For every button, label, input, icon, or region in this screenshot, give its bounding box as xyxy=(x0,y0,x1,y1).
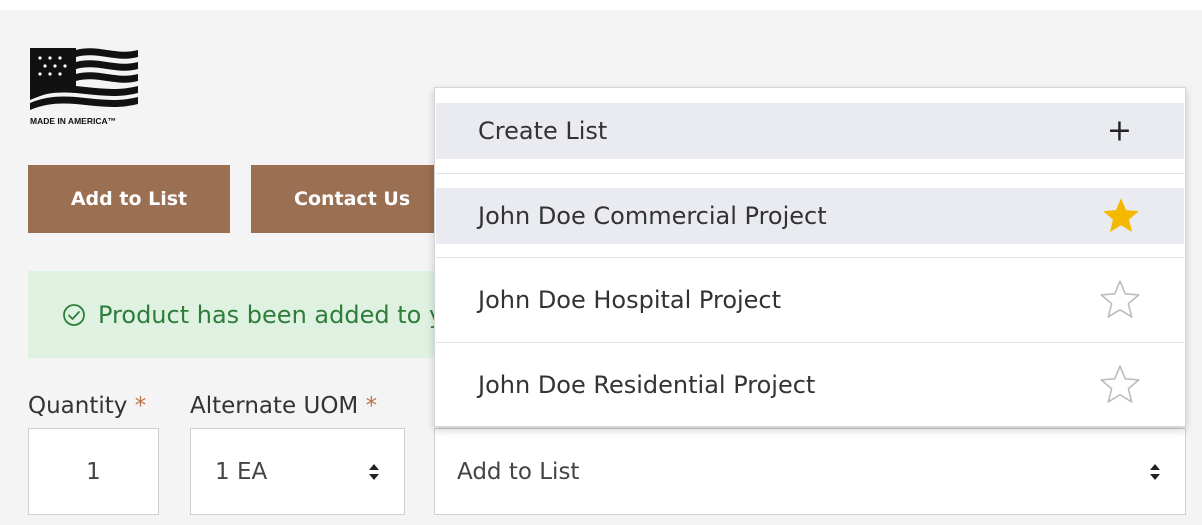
top-band xyxy=(0,0,1202,10)
uom-selected-value: 1 EA xyxy=(215,458,268,485)
flag-icon xyxy=(30,48,138,110)
quantity-input[interactable] xyxy=(28,428,159,515)
select-arrows-icon xyxy=(369,463,379,480)
list-option-label: John Doe Residential Project xyxy=(478,371,816,399)
quantity-label: Quantity * xyxy=(28,393,146,419)
check-circle-icon xyxy=(62,303,86,327)
success-alert: Product has been added to your list. xyxy=(28,271,468,358)
list-selected-value: Add to List xyxy=(457,458,580,485)
contact-us-button[interactable]: Contact Us xyxy=(251,165,451,233)
made-in-america-logo: MADE IN AMERICA™ xyxy=(28,48,158,132)
list-option-label: John Doe Commercial Project xyxy=(478,202,827,230)
list-option-hospital[interactable]: John Doe Hospital Project xyxy=(436,258,1184,342)
uom-label-text: Alternate UOM xyxy=(190,393,359,419)
quantity-required-mark: * xyxy=(134,393,147,419)
list-dropdown-menu: Create List + John Doe Commercial Projec… xyxy=(434,87,1186,427)
product-page: MADE IN AMERICA™ Add to List Contact Us … xyxy=(0,0,1202,525)
plus-icon: + xyxy=(1106,113,1132,149)
list-select[interactable]: Add to List xyxy=(434,428,1186,515)
add-to-list-button[interactable]: Add to List xyxy=(28,165,230,233)
uom-required-mark: * xyxy=(365,393,378,419)
star-outline-icon[interactable] xyxy=(1098,279,1142,321)
alert-message: Product has been added to your list. xyxy=(98,300,468,329)
list-option-residential[interactable]: John Doe Residential Project xyxy=(436,343,1184,427)
create-list-label: Create List xyxy=(478,117,608,145)
list-option-label: John Doe Hospital Project xyxy=(478,286,782,314)
uom-select[interactable]: 1 EA xyxy=(190,428,405,515)
logo-text: MADE IN AMERICA™ xyxy=(30,116,117,126)
quantity-label-text: Quantity xyxy=(28,393,128,419)
create-list-option[interactable]: Create List + xyxy=(436,103,1184,159)
select-arrows-icon xyxy=(1150,463,1160,480)
menu-divider xyxy=(436,173,1184,174)
star-outline-icon[interactable] xyxy=(1098,364,1142,406)
star-filled-icon[interactable] xyxy=(1100,196,1142,236)
uom-label: Alternate UOM * xyxy=(190,393,377,419)
list-option-commercial[interactable]: John Doe Commercial Project xyxy=(436,188,1184,244)
